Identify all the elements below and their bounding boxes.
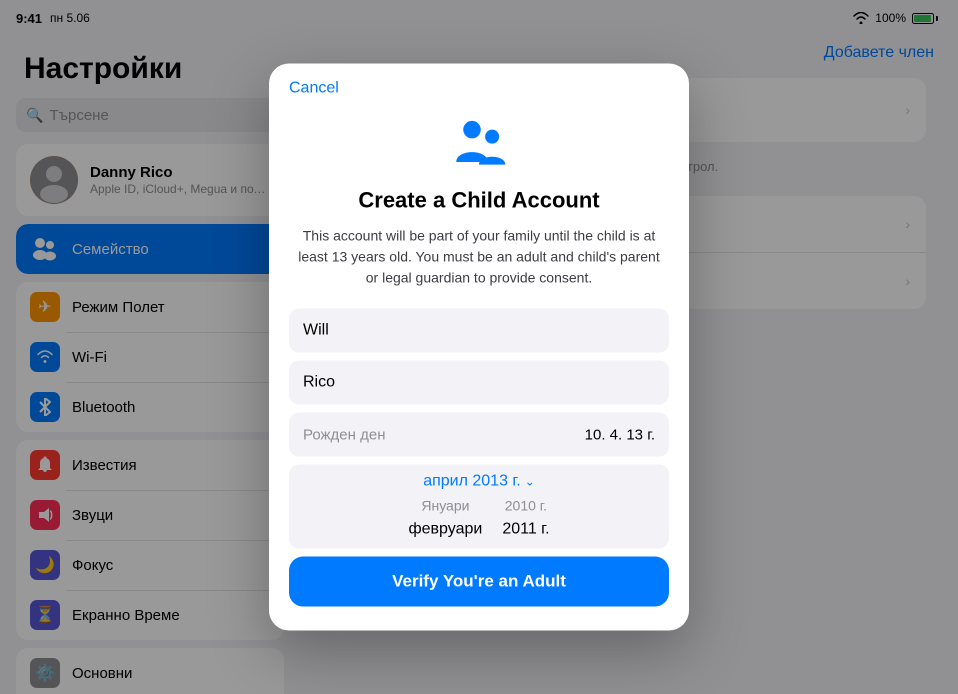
verify-adult-button[interactable]: Verify You're an Adult bbox=[289, 556, 669, 606]
month-selected[interactable]: април 2013 г. ⌄ bbox=[423, 473, 535, 491]
modal-icon-area bbox=[269, 98, 689, 188]
picker-chevron-icon: ⌄ bbox=[525, 475, 535, 489]
wheel-month-feb: февруари bbox=[408, 518, 482, 540]
modal-description: This account will be part of your family… bbox=[269, 226, 689, 309]
month-picker[interactable]: април 2013 г. ⌄ Януари февруари 2010 г. … bbox=[289, 465, 669, 549]
first-name-value: Will bbox=[303, 322, 329, 340]
year-wheel-col: 2010 г. 2011 г. bbox=[502, 497, 549, 541]
wheel-year-2011: 2011 г. bbox=[502, 518, 549, 540]
family-icon-large bbox=[444, 110, 514, 180]
modal-cancel-button[interactable]: Cancel bbox=[269, 64, 359, 98]
create-child-account-modal: Cancel Create a Child Account This accou… bbox=[269, 64, 689, 631]
birthday-value: 10. 4. 13 г. bbox=[585, 426, 655, 443]
birthday-field[interactable]: Рожден ден 10. 4. 13 г. bbox=[289, 413, 669, 457]
birthday-label: Рожден ден bbox=[303, 426, 585, 443]
last-name-field[interactable]: Rico bbox=[289, 361, 669, 405]
last-name-value: Rico bbox=[303, 374, 335, 392]
modal-title: Create a Child Account bbox=[269, 188, 689, 226]
wheel-month-jan: Януари bbox=[421, 497, 469, 517]
month-wheel-col: Януари февруари bbox=[408, 497, 482, 541]
wheel-year-2010: 2010 г. bbox=[505, 497, 547, 517]
selected-month-text: април 2013 г. bbox=[423, 473, 521, 491]
month-wheel: Януари февруари 2010 г. 2011 г. bbox=[408, 497, 549, 541]
first-name-field[interactable]: Will bbox=[289, 309, 669, 353]
